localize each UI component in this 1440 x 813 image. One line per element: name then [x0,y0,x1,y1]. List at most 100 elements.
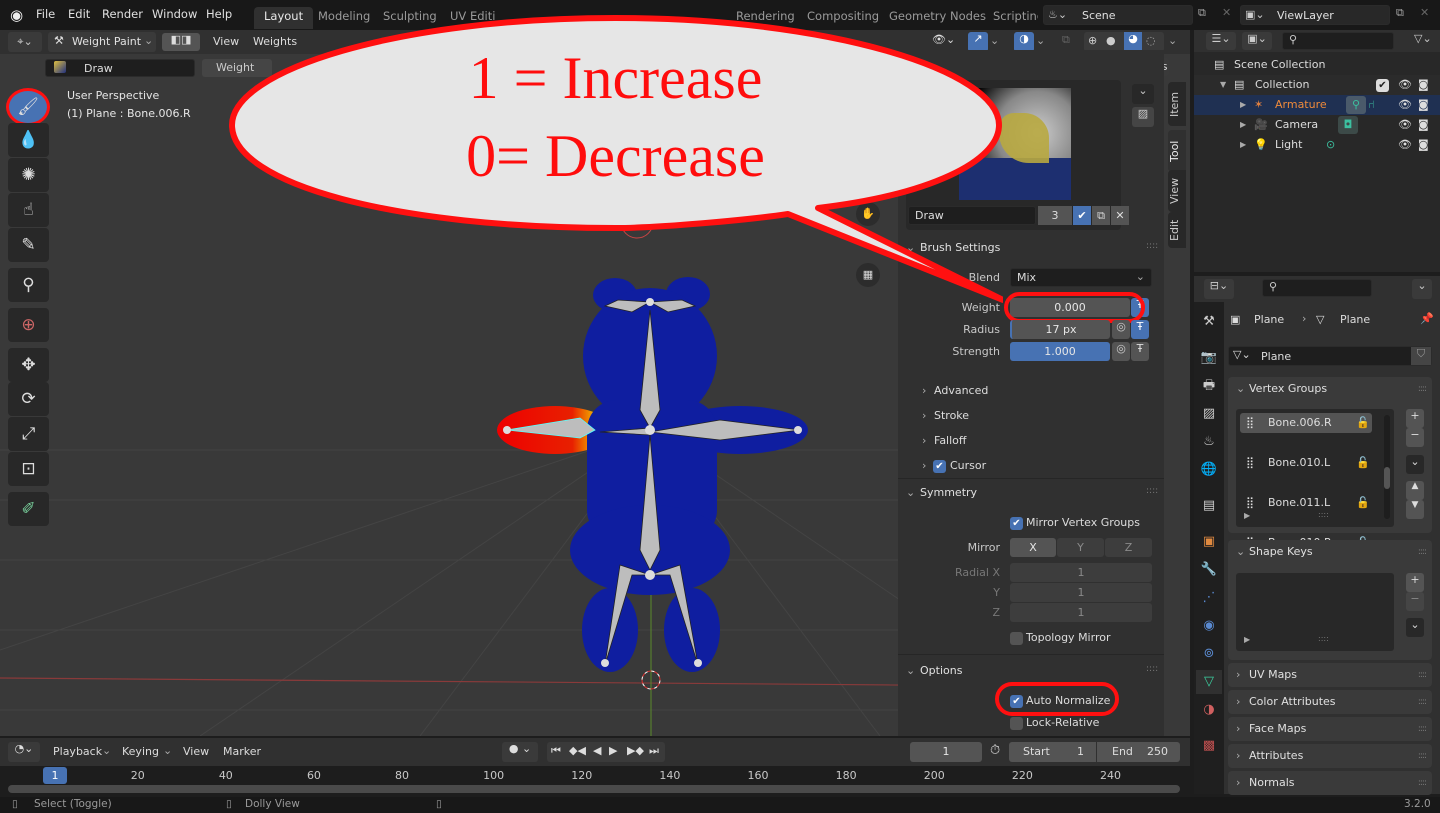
duplicate-brush-icon[interactable]: ⧉ [1092,206,1110,225]
camera-render-icon[interactable]: ◙ [1418,135,1429,155]
view-layer-properties-tab-icon[interactable]: ▨ [1196,402,1222,426]
move-down-button[interactable]: ▼ [1406,500,1424,519]
menu-playback[interactable]: Playback [53,745,102,758]
tool-gradient[interactable]: ✎ [8,228,49,262]
drag-grip-icon[interactable]: :::: [1418,744,1427,768]
vertex-groups-header[interactable]: ⌄ Vertex Groups:::: [1228,377,1432,401]
tab-modeling[interactable]: Modeling [308,7,380,29]
remove-shape-key-button[interactable]: − [1406,592,1424,611]
pan-view-icon[interactable]: ✋ [856,202,880,226]
tab-rendering[interactable]: Rendering [726,7,805,29]
outliner-item-camera[interactable]: ▶ 🎥 Camera ◘ 👁 ◙ [1194,115,1440,135]
strength-unified-icon[interactable]: ◎ [1112,342,1130,361]
tab-layout[interactable]: Layout [254,7,314,29]
paint-mask-toggle[interactable]: ◧◨ [162,33,200,51]
tool-properties-tab-icon[interactable]: ⚒ [1196,310,1222,334]
drag-grip-icon[interactable]: :::: [1418,663,1427,687]
sidebar-tab-edit[interactable]: Edit [1168,212,1186,248]
brush-name-field[interactable]: Draw [908,206,1036,225]
uv-maps-panel[interactable]: › UV Maps:::: [1228,663,1432,687]
view-layer-selector[interactable]: ▣⌄ ViewLayer [1240,5,1390,25]
unlink-brush-icon[interactable]: ✕ [1111,206,1129,225]
pin-icon[interactable]: 📌 [1420,312,1434,325]
mirror-y-toggle[interactable]: Y [1057,538,1104,557]
chevron-down-icon[interactable]: ⌄ [1132,84,1154,104]
start-frame-field[interactable]: Start 1 [1009,742,1096,762]
sidebar-tab-tool[interactable]: Tool [1168,130,1186,172]
tool-transform[interactable]: ⊡ [8,452,49,486]
menu-render[interactable]: Render [102,7,143,21]
world-properties-tab-icon[interactable]: 🌐 [1196,458,1222,482]
timeline-scrollbar[interactable] [8,785,1180,793]
drag-grip-icon[interactable]: :::: [1418,377,1427,401]
radial-x-field[interactable]: 1 [1010,563,1152,582]
lock-icon[interactable]: 🔓 [1356,413,1370,433]
jump-to-end-icon[interactable]: ⏭ [649,744,659,758]
camera-render-icon[interactable]: ◙ [1418,75,1429,95]
radial-y-field[interactable]: 1 [1010,583,1152,602]
radial-z-field[interactable]: 1 [1010,603,1152,622]
blend-dropdown[interactable]: Mix ⌄ [1010,268,1152,287]
sidebar-tab-item[interactable]: Item [1168,82,1186,126]
tab-scripting[interactable]: Scripting [983,7,1038,29]
particles-properties-tab-icon[interactable]: ⋰ [1196,586,1222,610]
tool-annotate[interactable]: ✐ [8,492,49,526]
drag-grip-icon[interactable]: :::: [1146,486,1158,496]
object-properties-tab-icon[interactable]: ▣ [1196,530,1222,554]
lock-icon[interactable]: 🔓 [1356,453,1370,473]
menu-edit[interactable]: Edit [68,7,90,21]
radius-field[interactable]: 17 px [1010,320,1110,339]
play-reverse-icon[interactable]: ◀ [593,744,601,757]
topology-mirror-checkbox[interactable] [1010,632,1023,645]
drag-grip-icon[interactable]: :::: [1418,771,1427,795]
delete-scene-icon[interactable]: ✕ [1222,6,1231,19]
tab-compositing[interactable]: Compositing [797,7,889,29]
jump-to-start-icon[interactable]: ⏮ [551,744,561,758]
wireframe-shading-icon[interactable]: ⊕ [1088,34,1097,47]
mirror-z-toggle[interactable]: Z [1105,538,1152,557]
tool-rotate[interactable]: ⟳ [8,382,49,416]
attributes-panel[interactable]: › Attributes:::: [1228,744,1432,768]
list-expand-icon[interactable]: ▶ [1244,635,1250,644]
cursor-checkbox[interactable]: ✔ [933,460,946,473]
material-shading-icon[interactable]: ◕ [1124,32,1142,52]
eye-icon[interactable]: 👁 [1398,75,1412,95]
add-shape-key-button[interactable]: + [1406,573,1424,592]
light-data-icon[interactable]: ⊙ [1326,135,1335,155]
xray-toggle-icon[interactable]: ⧉ [1062,33,1070,47]
rendered-shading-icon[interactable]: ◌ [1146,34,1156,47]
current-frame-field[interactable]: 1 [910,742,982,762]
brush-selector[interactable]: Draw [45,59,195,77]
solid-shading-icon[interactable]: ● [1106,34,1116,47]
chevron-down-icon[interactable]: ⌄ [1036,34,1045,47]
collection-properties-tab-icon[interactable]: ▤ [1196,494,1222,518]
chevron-down-icon[interactable]: ⌄ [1412,279,1432,299]
tool-scale[interactable]: ⤢ [8,417,49,451]
tool-average[interactable]: ✺ [8,158,49,192]
cursor-subpanel[interactable]: Cursor [950,459,986,472]
sidebar-tab-view[interactable]: View [1168,170,1186,212]
camera-data-icon[interactable]: ◘ [1338,116,1358,134]
tool-move[interactable]: ✥ [8,348,49,382]
scene-selector[interactable]: ♨⌄ Scene [1043,5,1193,25]
color-attributes-panel[interactable]: › Color Attributes:::: [1228,690,1432,714]
add-vertex-group-button[interactable]: + [1406,409,1424,428]
view-layer-filter-icon[interactable]: ▣⌄ [1242,32,1272,50]
falloff-subpanel[interactable]: Falloff [934,434,966,447]
filter-icon[interactable]: ▽⌄ [1414,32,1432,45]
vertex-group-item[interactable]: ⣿ Bone.006.R 🔓 [1240,413,1372,433]
options-header[interactable]: Options [920,664,962,677]
advanced-subpanel[interactable]: Advanced [934,384,988,397]
end-frame-field[interactable]: End 250 [1097,742,1180,762]
vertex-group-item[interactable]: ⣿ Bone.010.L 🔓 [1240,453,1372,473]
fake-user-shield-icon[interactable]: ⛉ [1411,347,1431,365]
menu-file[interactable]: File [36,7,55,21]
shading-options-chevron-icon[interactable]: ⌄ [1168,34,1177,47]
mesh-data-properties-tab-icon[interactable]: ▽ [1196,670,1222,694]
eye-icon[interactable]: 👁 [1398,95,1412,115]
disclosure-triangle-icon[interactable]: ▶ [1240,95,1246,115]
eye-icon[interactable]: 👁 [1398,115,1412,135]
drag-grip-icon[interactable]: :::: [1146,664,1158,674]
menu-help[interactable]: Help [206,7,232,21]
properties-search-input[interactable]: ⚲ [1262,279,1372,297]
